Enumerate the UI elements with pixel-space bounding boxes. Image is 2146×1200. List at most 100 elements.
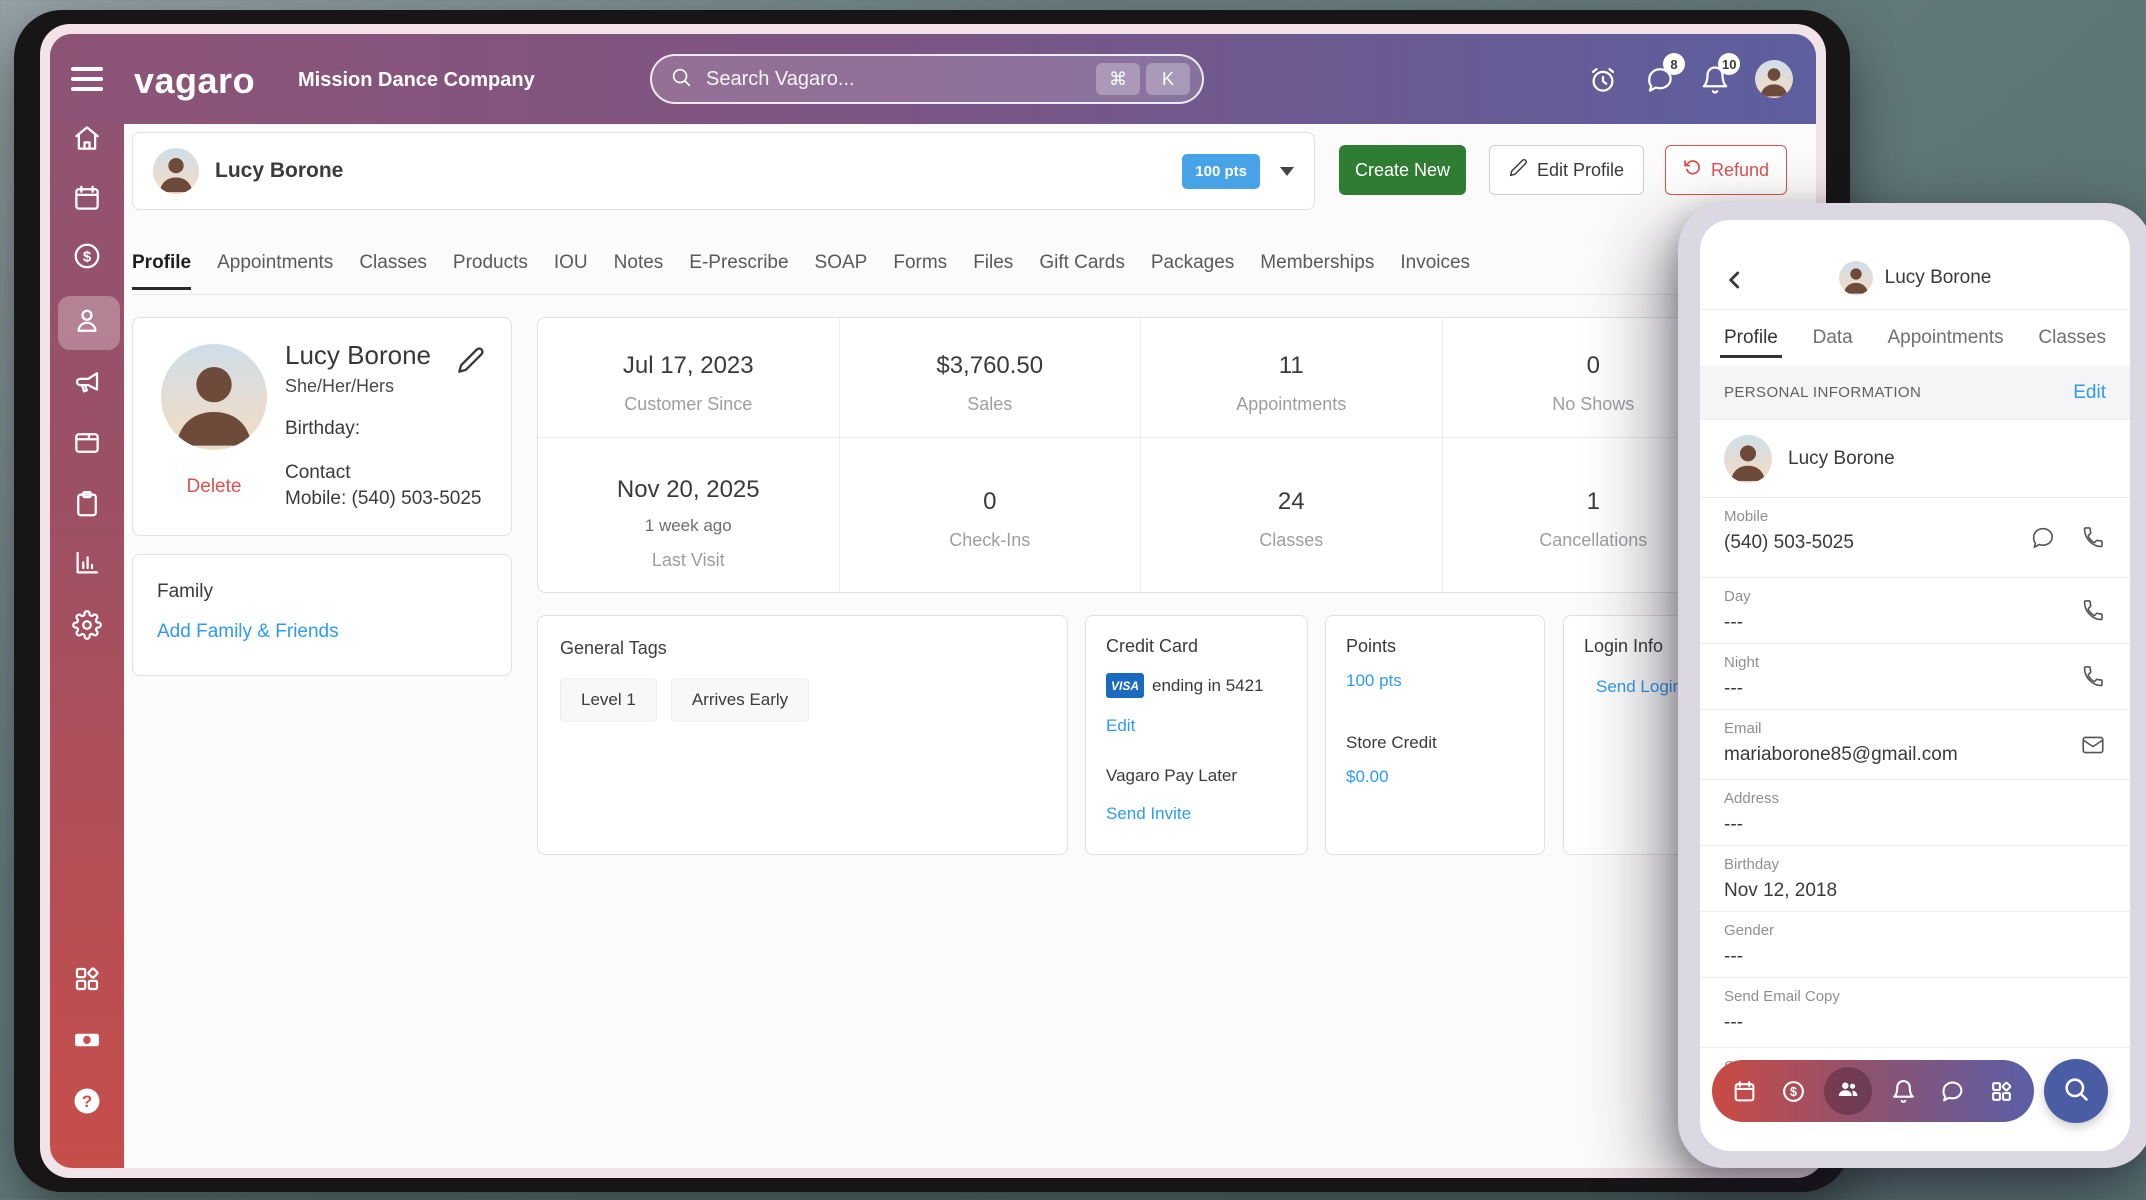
sidebar-item-payments[interactable] bbox=[50, 1016, 124, 1068]
phone-call-icon[interactable] bbox=[2080, 525, 2106, 551]
tab-profile[interactable]: Profile bbox=[132, 252, 192, 290]
mobile-customer-name: Lucy Borone bbox=[1884, 267, 1992, 288]
mobile-person-row: Lucy Borone bbox=[1700, 420, 2130, 498]
personal-information-title: PERSONAL INFORMATION bbox=[1724, 384, 1922, 401]
general-tags-card: General Tags Level 1 Arrives Early bbox=[537, 615, 1068, 855]
sidebar-item-reports[interactable] bbox=[50, 539, 124, 591]
back-chevron-icon[interactable] bbox=[1722, 267, 1748, 293]
customer-header-card: Lucy Borone 100 pts bbox=[132, 132, 1315, 210]
messages-badge: 8 bbox=[1663, 53, 1685, 75]
edit-pencil-icon[interactable] bbox=[457, 346, 485, 374]
tab-soap[interactable]: SOAP bbox=[815, 252, 868, 290]
chevron-down-icon[interactable] bbox=[1280, 166, 1294, 176]
points-value-link[interactable]: 100 pts bbox=[1346, 671, 1524, 691]
sidebar-item-forms[interactable] bbox=[50, 480, 124, 532]
sidebar-item-website[interactable] bbox=[50, 419, 124, 471]
sidebar-item-help[interactable]: ? bbox=[50, 1077, 124, 1129]
nav-apps-icon[interactable] bbox=[1989, 1079, 2014, 1104]
sidebar-item-marketing[interactable] bbox=[50, 358, 124, 410]
tab-gift-cards[interactable]: Gift Cards bbox=[1039, 252, 1125, 290]
hamburger-menu-icon[interactable] bbox=[71, 67, 103, 91]
nav-calendar-icon[interactable] bbox=[1732, 1079, 1757, 1104]
app-chrome: $ ? vagaro Mission Dance Company ⌘ K 8 bbox=[50, 34, 1816, 1168]
sms-icon[interactable] bbox=[2030, 525, 2056, 551]
mobile-screen: Lucy Borone Profile Data Appointments Cl… bbox=[1700, 220, 2130, 1151]
delete-link[interactable]: Delete bbox=[161, 476, 267, 498]
mobile-search-button[interactable] bbox=[2044, 1059, 2108, 1123]
mobile-edit-link[interactable]: Edit bbox=[2073, 382, 2106, 404]
field-row-email: Email mariaborone85@gmail.com bbox=[1700, 710, 2130, 780]
tab-appointments[interactable]: Appointments bbox=[217, 252, 333, 290]
tab-forms[interactable]: Forms bbox=[893, 252, 947, 290]
alarm-clock-icon[interactable] bbox=[1588, 65, 1618, 95]
mobile-tab-profile[interactable]: Profile bbox=[1720, 310, 1782, 366]
points-card: Points 100 pts Store Credit $0.00 bbox=[1325, 615, 1545, 855]
tab-invoices[interactable]: Invoices bbox=[1400, 252, 1470, 290]
stat-check-ins: 0 Check-Ins bbox=[840, 438, 1141, 592]
send-invite-link[interactable]: Send Invite bbox=[1106, 804, 1287, 824]
mobile-tab-appointments[interactable]: Appointments bbox=[1887, 310, 2003, 366]
search-input[interactable] bbox=[704, 66, 1090, 92]
user-avatar[interactable] bbox=[1755, 60, 1793, 98]
messages-icon[interactable]: 8 bbox=[1645, 53, 1685, 95]
nav-messages-icon[interactable] bbox=[1940, 1079, 1965, 1104]
sidebar-item-apps[interactable] bbox=[50, 955, 124, 1007]
tab-iou[interactable]: IOU bbox=[554, 252, 588, 290]
home-icon bbox=[72, 123, 102, 158]
tab-files[interactable]: Files bbox=[973, 252, 1013, 290]
mobile-tab-classes[interactable]: Classes bbox=[2038, 310, 2106, 366]
nav-notifications-icon[interactable] bbox=[1891, 1079, 1916, 1104]
visa-badge: VISA bbox=[1106, 673, 1144, 698]
edit-card-link[interactable]: Edit bbox=[1106, 716, 1287, 736]
sidebar-item-settings[interactable] bbox=[50, 601, 124, 653]
points-badge[interactable]: 100 pts bbox=[1182, 153, 1260, 189]
contact-mobile: Mobile: (540) 503-5025 bbox=[285, 488, 482, 509]
edit-profile-button[interactable]: Edit Profile bbox=[1489, 145, 1644, 195]
top-header: vagaro Mission Dance Company ⌘ K 8 10 bbox=[50, 34, 1816, 124]
nav-sales-icon[interactable]: $ bbox=[1781, 1079, 1806, 1104]
field-row-send-email-copy: Send Email Copy --- bbox=[1700, 978, 2130, 1048]
stat-last-visit: Nov 20, 2025 1 week ago Last Visit bbox=[538, 438, 840, 592]
desktop-device-frame: $ ? vagaro Mission Dance Company ⌘ K 8 bbox=[14, 10, 1850, 1192]
add-family-friends-link[interactable]: Add Family & Friends bbox=[157, 621, 339, 643]
vagaro-pay-later-label: Vagaro Pay Later bbox=[1106, 766, 1238, 785]
mobile-field-list: Mobile (540) 503-5025 Day --- Night --- … bbox=[1700, 498, 2130, 1094]
tab-classes[interactable]: Classes bbox=[359, 252, 427, 290]
create-new-button[interactable]: Create New bbox=[1339, 145, 1466, 195]
birthday-label: Birthday: bbox=[285, 418, 360, 439]
sidebar-item-sales[interactable]: $ bbox=[50, 232, 124, 284]
card-ending: ending in 5421 bbox=[1152, 675, 1264, 695]
mobile-person-avatar bbox=[1724, 434, 1772, 483]
stat-appointments: 11 Appointments bbox=[1141, 318, 1443, 438]
phone-call-icon[interactable] bbox=[2080, 598, 2106, 624]
store-credit-value-link[interactable]: $0.00 bbox=[1346, 767, 1524, 787]
field-row-birthday: Birthday Nov 12, 2018 bbox=[1700, 846, 2130, 912]
refund-button[interactable]: Refund bbox=[1665, 145, 1787, 195]
nav-customers-active[interactable] bbox=[1824, 1067, 1873, 1115]
envelope-icon[interactable] bbox=[2080, 732, 2106, 758]
profile-pronouns: She/Her/Hers bbox=[285, 376, 395, 396]
customer-avatar bbox=[153, 148, 199, 194]
store-credit-label: Store Credit bbox=[1346, 733, 1437, 752]
tag-arrives-early[interactable]: Arrives Early bbox=[670, 678, 810, 722]
svg-text:$: $ bbox=[1790, 1084, 1797, 1098]
phone-call-icon[interactable] bbox=[2080, 664, 2106, 690]
nav-customers-icon bbox=[1835, 1076, 1861, 1107]
tab-memberships[interactable]: Memberships bbox=[1260, 252, 1374, 290]
sidebar-item-customers[interactable] bbox=[50, 296, 124, 348]
pencil-icon bbox=[1509, 158, 1528, 182]
sidebar-item-calendar[interactable] bbox=[50, 174, 124, 226]
tag-level-1[interactable]: Level 1 bbox=[560, 678, 657, 722]
search-bar[interactable]: ⌘ K bbox=[650, 54, 1204, 104]
mobile-preview-frame: Lucy Borone Profile Data Appointments Cl… bbox=[1678, 203, 2146, 1168]
points-title: Points bbox=[1346, 636, 1397, 656]
svg-text:?: ? bbox=[82, 1092, 92, 1111]
tab-products[interactable]: Products bbox=[453, 252, 528, 290]
mobile-tab-data[interactable]: Data bbox=[1813, 310, 1853, 366]
profile-summary-card: Delete Lucy Borone She/Her/Hers Birthday… bbox=[132, 317, 512, 536]
family-title: Family bbox=[157, 581, 213, 602]
tab-packages[interactable]: Packages bbox=[1151, 252, 1234, 290]
tab-eprescribe[interactable]: E-Prescribe bbox=[689, 252, 788, 290]
notifications-bell-icon[interactable]: 10 bbox=[1700, 53, 1741, 95]
tab-notes[interactable]: Notes bbox=[614, 252, 664, 290]
